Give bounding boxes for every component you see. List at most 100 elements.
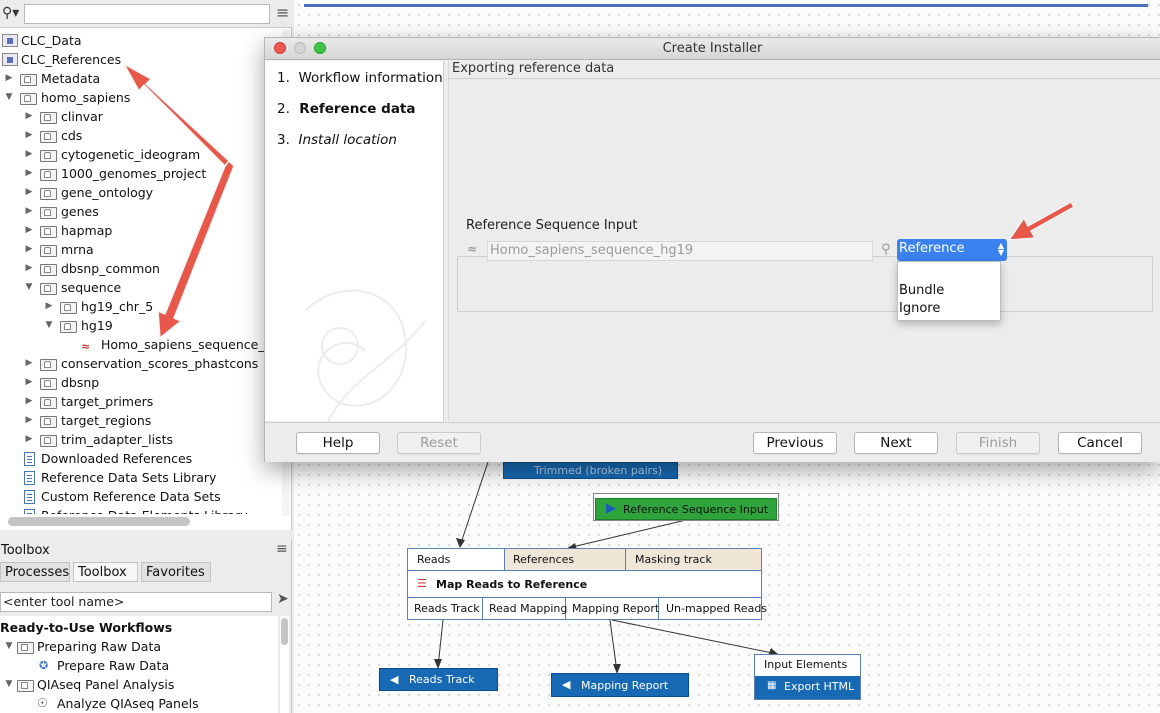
step-number: 2. <box>277 101 290 117</box>
navigation-area: ⚲▾ ≡ CLC_Data CLC_References ▶ Metadata … <box>0 0 292 530</box>
expand-icon[interactable]: ▶ <box>23 221 35 240</box>
dialog-titlebar[interactable]: Create Installer <box>265 38 1160 60</box>
locked-folder-icon <box>40 376 57 390</box>
map-input-masking-label: Masking track <box>635 553 712 566</box>
export-icon: ▦ <box>767 680 777 691</box>
expand-icon[interactable]: ▶ <box>3 69 15 88</box>
map-input-references[interactable]: References <box>505 549 626 571</box>
locked-folder-icon <box>40 129 57 143</box>
collapse-icon[interactable]: ▼ <box>43 316 55 335</box>
expand-icon[interactable]: ▶ <box>23 126 35 145</box>
section-divider <box>449 78 1160 79</box>
expand-icon[interactable]: ▶ <box>23 240 35 259</box>
chevron-up-down-icon: ▲ ▼ <box>997 241 1004 257</box>
tree-item-label: Metadata <box>41 71 101 86</box>
expand-icon[interactable]: ▶ <box>23 373 35 392</box>
reference-input-node[interactable]: ▶ Reference Sequence Input <box>593 493 779 521</box>
collapse-icon[interactable]: ▼ <box>3 88 15 107</box>
map-reads-node[interactable]: Reads References Masking track ☰ Map Rea… <box>407 548 767 620</box>
wizard-steps-panel: 1. Workflow information 2. Reference dat… <box>265 61 444 421</box>
option-bundle[interactable]: Bundle <box>899 283 944 298</box>
tree-item-label: hg19 <box>81 318 113 333</box>
finish-button[interactable]: Finish <box>956 432 1040 454</box>
mapping-report-node[interactable]: ◀ Mapping Report <box>551 673 689 697</box>
nav-horizontal-scrollbar[interactable] <box>8 517 190 526</box>
reads-track-label: Reads Track <box>409 673 475 686</box>
expand-icon[interactable]: ▶ <box>23 259 35 278</box>
option-ignore[interactable]: Ignore <box>899 301 940 316</box>
tree-item-label: genes <box>61 204 99 219</box>
locked-folder-icon <box>40 281 57 295</box>
search-icon[interactable]: ⚲▾ <box>2 5 19 21</box>
export-mode-options: Bundle Ignore <box>897 261 1001 321</box>
tab-favorites[interactable]: Favorites <box>141 562 211 582</box>
tree-item-label: CLC_References <box>21 52 122 67</box>
tab-toolbox[interactable]: Toolbox <box>73 562 138 582</box>
locked-folder-icon <box>40 224 57 238</box>
expand-icon[interactable]: ▶ <box>23 392 35 411</box>
map-title: Map Reads to Reference <box>436 578 588 591</box>
expand-icon[interactable]: ▶ <box>23 145 35 164</box>
reads-track-node[interactable]: ◀ Reads Track <box>379 668 498 691</box>
output-icon: ◀ <box>562 678 571 691</box>
map-output-reads-track-label: Reads Track <box>414 602 480 615</box>
map-input-reads[interactable]: Reads <box>408 549 505 571</box>
tool-vertical-scrollbar[interactable] <box>280 616 289 713</box>
map-input-masking[interactable]: Masking track <box>626 549 761 571</box>
pin-icon[interactable]: ➤ <box>277 591 289 607</box>
workflow-icon: ✪ <box>39 659 49 672</box>
expand-icon[interactable]: ▶ <box>23 164 35 183</box>
help-button[interactable]: Help <box>296 432 380 454</box>
reset-button[interactable]: Reset <box>397 432 481 454</box>
tree-item-label: 1000_genomes_project <box>61 166 207 181</box>
map-output-unmapped[interactable]: Un-mapped Reads <box>659 597 767 620</box>
tool-section-label: Ready-to-Use Workflows <box>0 620 173 635</box>
tree-item-label: Downloaded References <box>41 451 193 466</box>
trimmed-output-node[interactable]: Trimmed (broken pairs) <box>503 462 678 479</box>
map-output-reads-track[interactable]: Reads Track <box>408 597 483 620</box>
cancel-button[interactable]: Cancel <box>1058 432 1142 454</box>
expand-icon[interactable]: ▶ <box>23 411 35 430</box>
document-icon <box>24 452 35 466</box>
tool-item-label: Analyze QIAseq Panels <box>57 696 199 711</box>
export-mode-select[interactable]: Reference ▲ ▼ <box>897 239 1007 261</box>
map-output-read-mapping[interactable]: Read Mapping <box>483 597 568 620</box>
locked-folder-icon <box>40 414 57 428</box>
previous-button[interactable]: Previous <box>753 432 837 454</box>
expand-icon[interactable]: ▶ <box>23 183 35 202</box>
locked-folder-icon <box>20 72 37 86</box>
menu-icon[interactable]: ≡ <box>276 541 288 557</box>
navigation-tree[interactable]: CLC_Data CLC_References ▶ Metadata ▼ hom… <box>0 31 278 514</box>
fieldset-label: Reference Sequence Input <box>464 218 640 233</box>
export-html-node[interactable]: Input Elements ▦ Export HTML <box>754 654 861 700</box>
tool-item-label: QIAseq Panel Analysis <box>37 677 175 692</box>
tool-search-input[interactable]: <enter tool name> <box>0 592 272 612</box>
tree-item-label: clinvar <box>61 109 103 124</box>
expand-icon[interactable]: ▶ <box>43 297 55 316</box>
tree-item-label: dbsnp_common <box>61 261 160 276</box>
map-output-mapping-report[interactable]: Mapping Report <box>566 597 659 620</box>
nav-search-input[interactable] <box>24 4 270 24</box>
tool-tree[interactable]: Ready-to-Use Workflows ▼ Preparing Raw D… <box>0 616 278 713</box>
tab-processes[interactable]: Processes <box>0 562 70 582</box>
tool-section-workflows[interactable]: Ready-to-Use Workflows <box>0 618 172 637</box>
expand-icon[interactable]: ▶ <box>23 354 35 373</box>
step-number: 1. <box>277 70 290 86</box>
expand-icon[interactable]: ▶ <box>23 107 35 126</box>
locked-folder-icon <box>40 433 57 447</box>
reference-sequence-field[interactable]: Homo_sapiens_sequence_hg19 <box>487 241 873 261</box>
collapse-icon[interactable]: ▼ <box>3 637 15 656</box>
locked-folder-icon <box>40 110 57 124</box>
dialog-button-bar: Help Reset Previous Next Finish Cancel <box>265 422 1160 462</box>
collapse-icon[interactable]: ▼ <box>3 675 15 694</box>
expand-icon[interactable]: ▶ <box>23 430 35 449</box>
next-button[interactable]: Next <box>854 432 938 454</box>
step-install-location: 3. Install location <box>277 132 397 148</box>
browse-icon[interactable]: ⚲ <box>881 242 891 257</box>
expand-icon[interactable]: ▶ <box>23 202 35 221</box>
map-output-read-mapping-label: Read Mapping <box>489 602 568 615</box>
menu-icon[interactable]: ≡ <box>276 3 289 22</box>
locked-folder-icon <box>40 243 57 257</box>
map-tool-icon: ☰ <box>417 577 427 590</box>
collapse-icon[interactable]: ▼ <box>23 278 35 297</box>
